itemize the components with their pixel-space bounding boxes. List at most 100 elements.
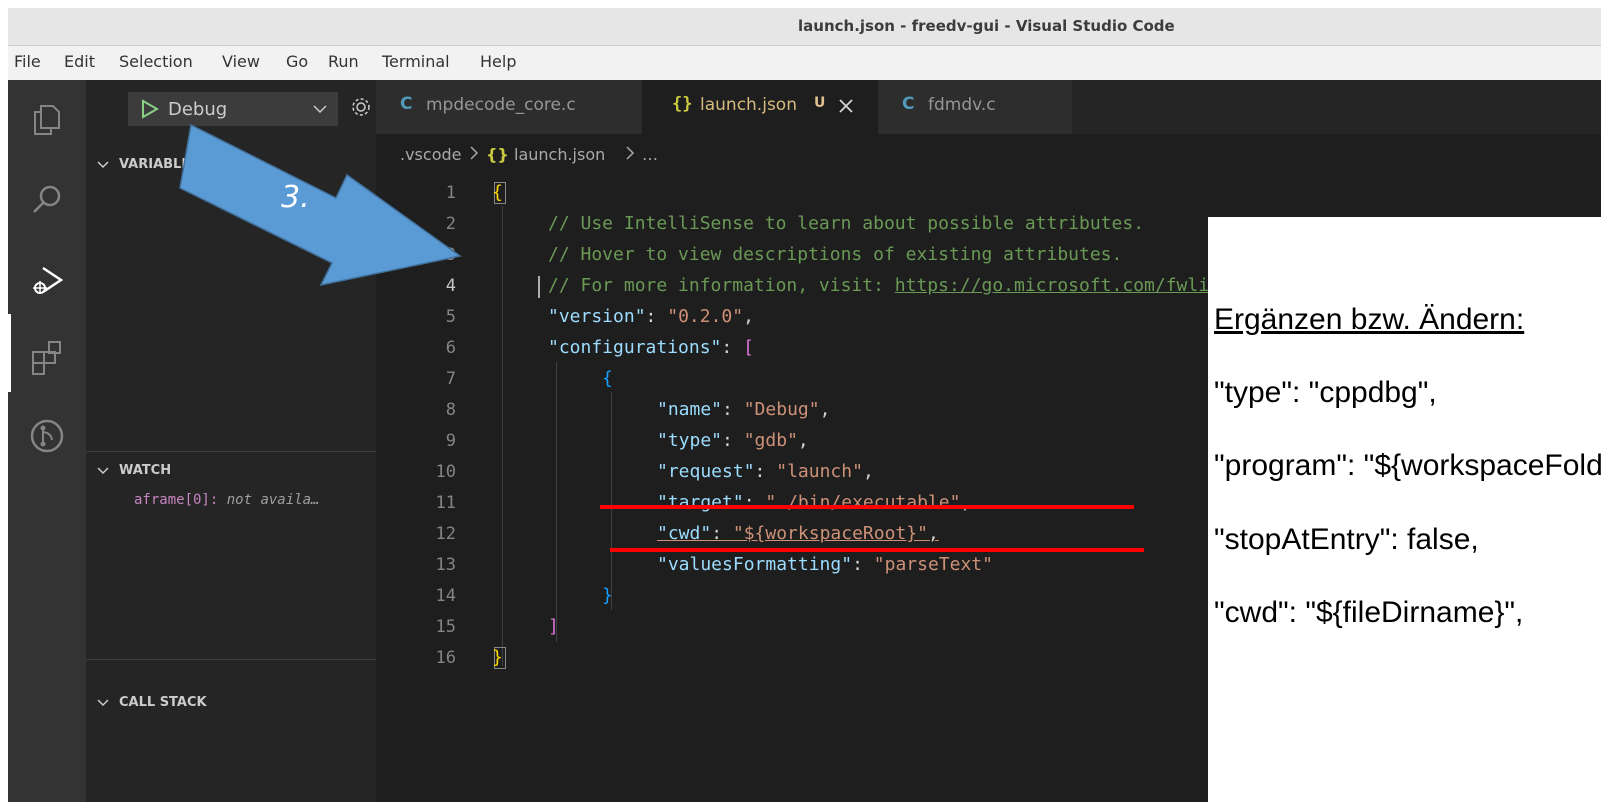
annotation-panel: Ergänzen bzw. Ändern: "type": "cppdbg", …	[1208, 217, 1601, 802]
annotation-line: "type": "cppdbg",	[1214, 376, 1437, 409]
tab-label: mpdecode_core.c	[426, 95, 576, 115]
editor-tabs: C mpdecode_core.c {} launch.json U C fdm…	[376, 80, 1601, 134]
breadcrumb-folder[interactable]: .vscode	[400, 145, 461, 164]
breadcrumb-more[interactable]: …	[642, 145, 658, 164]
title-bar: launch.json - freedv-gui - Visual Studio…	[8, 8, 1601, 46]
json-value: "gdb"	[743, 430, 798, 451]
line-number: 14	[435, 586, 456, 606]
line-number: 10	[435, 462, 456, 482]
comma: ,	[819, 399, 831, 420]
run-debug-icon[interactable]	[27, 260, 67, 300]
line-number: 1	[445, 183, 456, 203]
comma: ,	[960, 492, 972, 513]
code-line-2: // Use IntelliSense to learn about possi…	[548, 213, 1144, 234]
menu-go[interactable]: Go	[286, 52, 308, 71]
search-icon[interactable]	[27, 180, 67, 220]
menu-terminal[interactable]: Terminal	[382, 52, 450, 71]
code-line-1: {	[492, 182, 503, 203]
window-title: launch.json - freedv-gui - Visual Studio…	[798, 17, 1175, 35]
open-bracket: [	[743, 337, 754, 358]
c-file-icon: C	[400, 94, 413, 114]
comma: ,	[797, 430, 809, 451]
gear-icon[interactable]	[350, 96, 372, 118]
breadcrumb-file[interactable]: launch.json	[514, 145, 605, 164]
tab-mpdecode-core[interactable]: C mpdecode_core.c	[376, 80, 642, 134]
callstack-section-header[interactable]: CALL STACK	[86, 690, 376, 716]
code-line-9: "type": "gdb",	[657, 430, 809, 451]
annotation-line: "stopAtEntry": false,	[1214, 523, 1479, 556]
comment: // Use IntelliSense to learn about possi…	[548, 213, 1145, 234]
debug-configuration-name: Debug	[168, 99, 228, 120]
colon: :	[721, 337, 744, 358]
watch-expression-name: aframe[0]:	[134, 492, 219, 508]
line-number: 9	[445, 431, 456, 451]
menu-edit[interactable]: Edit	[64, 52, 95, 71]
line-number: 13	[435, 555, 456, 575]
line-number: 16	[435, 648, 456, 668]
source-control-icon[interactable]	[27, 416, 67, 456]
breadcrumb: .vscode {} launch.json …	[376, 134, 1601, 172]
json-key: "version"	[548, 306, 646, 327]
section-divider	[86, 659, 376, 660]
c-file-icon: C	[902, 94, 915, 114]
json-key: "target"	[657, 492, 744, 513]
strike-line-cwd	[610, 548, 1144, 552]
tab-label: fdmdv.c	[928, 95, 996, 115]
line-number: 2	[445, 214, 456, 234]
debug-configuration-select[interactable]: Debug	[128, 92, 338, 126]
colon: :	[754, 461, 777, 482]
comma: ,	[927, 523, 939, 544]
callstack-label: CALL STACK	[119, 695, 207, 710]
close-bracket: ]	[548, 616, 559, 637]
colon: :	[743, 492, 766, 513]
start-debugging-icon[interactable]	[140, 98, 160, 120]
json-value: "parseText"	[873, 554, 993, 575]
code-line-10: "request": "launch",	[657, 461, 874, 482]
json-value: "${workspaceRoot}"	[732, 523, 928, 544]
menu-selection[interactable]: Selection	[119, 52, 193, 71]
watch-expression-value: not availa…	[226, 492, 320, 508]
line-number: 6	[445, 338, 456, 358]
variables-label: VARIABLES	[119, 157, 200, 172]
text-cursor	[538, 276, 540, 298]
chevron-down-icon	[97, 161, 109, 169]
chevron-down-icon	[313, 105, 327, 114]
menu-run[interactable]: Run	[328, 52, 359, 71]
tab-launch-json[interactable]: {} launch.json U	[642, 80, 878, 134]
indent-guide	[611, 392, 612, 610]
activity-bar	[8, 80, 86, 802]
json-value: "launch"	[776, 461, 863, 482]
debug-sidebar: Debug VARIABLES WATCH aframe[0]: not ava…	[86, 80, 376, 802]
colon: :	[645, 306, 668, 327]
active-indicator	[8, 314, 11, 392]
code-line-15: ]	[548, 616, 559, 637]
json-value: "Debug"	[743, 399, 820, 420]
extensions-icon[interactable]	[27, 338, 67, 378]
colon: :	[852, 554, 874, 575]
tab-label: launch.json	[700, 95, 797, 115]
variables-section-header[interactable]: VARIABLES	[86, 152, 376, 178]
code-line-16: }	[492, 647, 503, 668]
files-icon[interactable]	[27, 100, 67, 140]
watch-expression[interactable]: aframe[0]: not availa…	[134, 492, 319, 508]
menu-view[interactable]: View	[222, 52, 260, 71]
colon: :	[722, 399, 744, 420]
line-number: 4	[445, 276, 456, 296]
menu-file[interactable]: File	[14, 52, 41, 71]
close-icon[interactable]	[836, 96, 856, 116]
comment: // Hover to view descriptions of existin…	[548, 244, 1123, 265]
json-key: "name"	[657, 399, 723, 420]
comma: ,	[743, 306, 754, 327]
code-line-5: "version": "0.2.0",	[548, 306, 754, 327]
chevron-down-icon	[97, 699, 109, 707]
line-number: 7	[445, 369, 456, 389]
annotation-step-label: 3.	[281, 180, 310, 215]
debug-toolbar: Debug	[86, 80, 376, 134]
tab-fdmdv[interactable]: C fdmdv.c	[878, 80, 1072, 134]
menu-help[interactable]: Help	[480, 52, 516, 71]
watch-section-header[interactable]: WATCH	[86, 458, 376, 484]
json-file-icon: {}	[672, 94, 693, 114]
json-key: "request"	[657, 461, 755, 482]
vscode-window: launch.json - freedv-gui - Visual Studio…	[8, 8, 1601, 802]
line-number: 8	[445, 400, 456, 420]
